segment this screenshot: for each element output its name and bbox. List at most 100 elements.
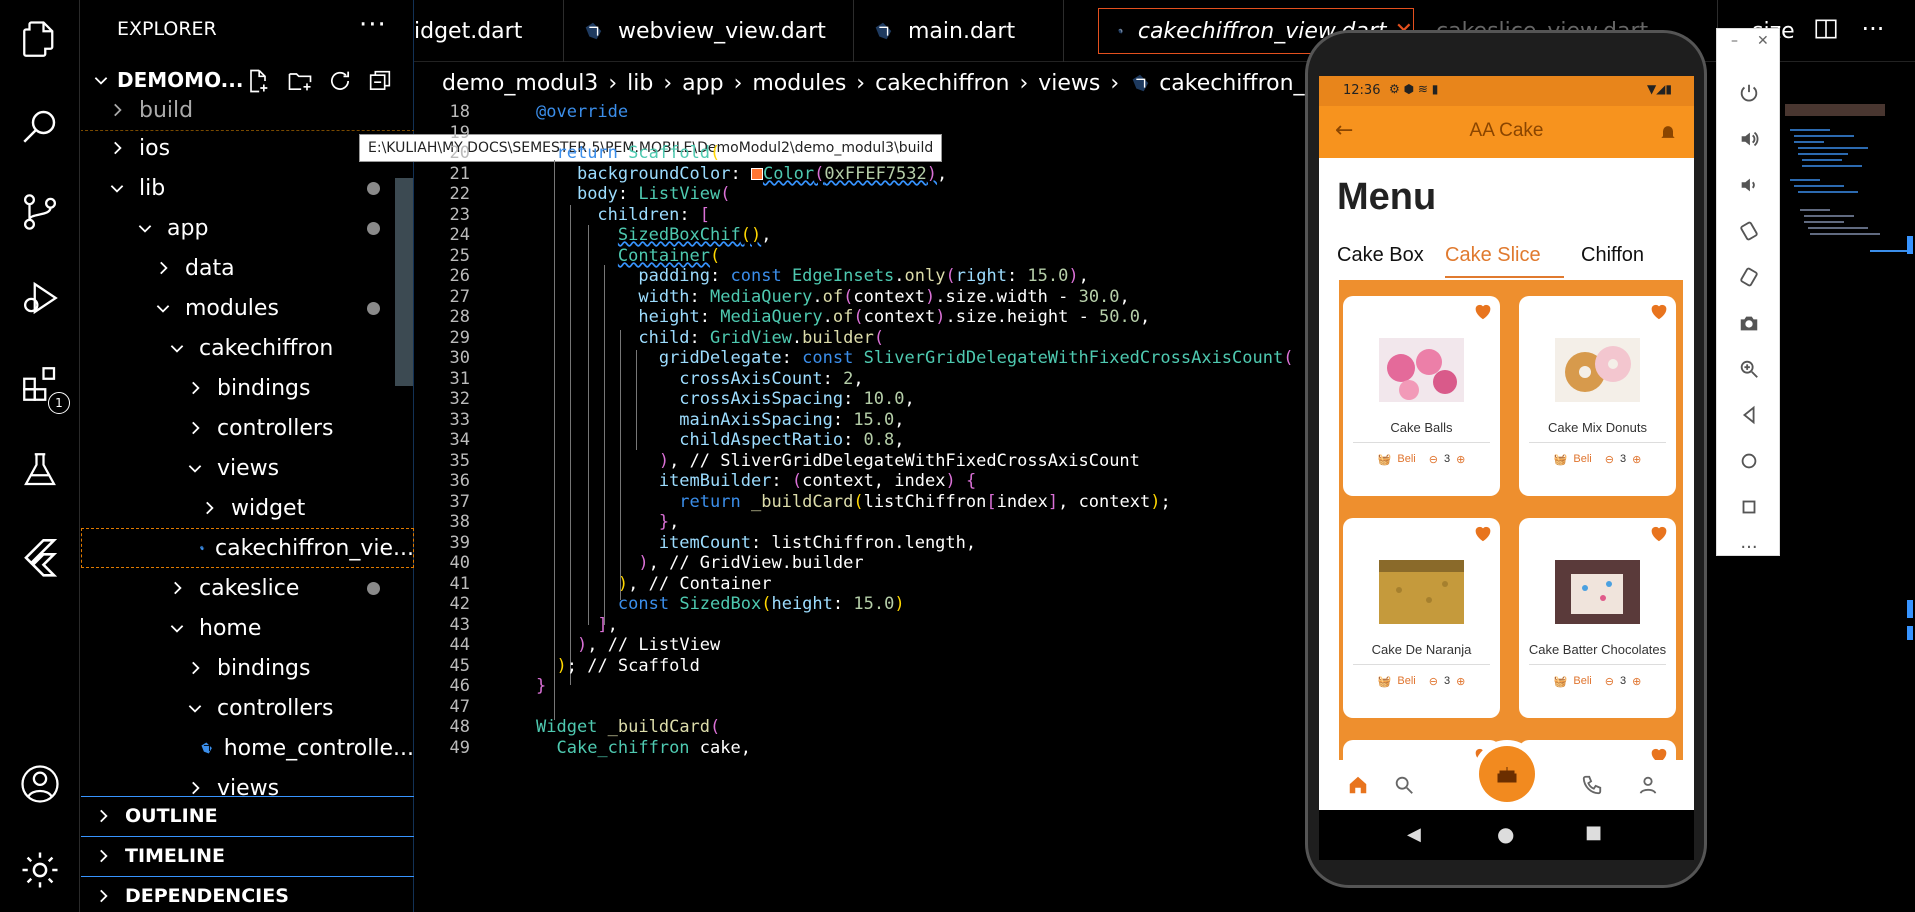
- breadcrumb-item[interactable]: demo_modul3: [442, 71, 598, 96]
- tree-item-cakeslice[interactable]: cakeslice: [81, 568, 414, 608]
- breadcrumb-item[interactable]: app: [682, 71, 723, 96]
- tree-item-lib[interactable]: lib: [81, 168, 414, 208]
- profile-icon[interactable]: [1637, 774, 1659, 796]
- plus-circle-icon[interactable]: ⊕: [1632, 453, 1641, 466]
- more-actions-icon[interactable]: ···: [1856, 12, 1890, 46]
- tab-chiffron[interactable]: Chiffon: [1581, 244, 1644, 267]
- cake-card[interactable]: Cake De Naranja 🧺 Beli ⊖ 3 ⊕: [1343, 518, 1500, 718]
- volume-up-icon[interactable]: [1735, 125, 1763, 153]
- cake-card[interactable]: Cake Mix Donuts 🧺 Beli ⊖ 3 ⊕: [1519, 296, 1676, 496]
- code-editor[interactable]: 18 19 20 21 22 23 24 25 26 27 28 29 30 31 32 33 34 35 36 37…: [414, 100, 1314, 912]
- dependencies-section[interactable]: DEPENDENCIES: [81, 876, 414, 912]
- zoom-icon[interactable]: [1735, 355, 1763, 383]
- tree-item-bindings[interactable]: bindings: [81, 368, 414, 408]
- tree-item-views[interactable]: views: [81, 768, 414, 796]
- home-icon[interactable]: [1347, 774, 1369, 796]
- notification-bell-icon[interactable]: [1658, 121, 1678, 143]
- search-icon[interactable]: [14, 100, 66, 152]
- refresh-icon[interactable]: [325, 66, 355, 96]
- android-recents-icon[interactable]: ■: [1585, 822, 1602, 843]
- tab-widget[interactable]: idget.dart: [414, 0, 564, 62]
- tree-item-app[interactable]: app: [81, 208, 414, 248]
- tab-cake-slice[interactable]: Cake Slice: [1445, 244, 1541, 267]
- more-actions-icon[interactable]: ···: [359, 10, 387, 40]
- cake-card[interactable]: Cake Batter Chocolates 🧺 Beli ⊖ 3 ⊕: [1519, 518, 1676, 718]
- search-icon[interactable]: [1393, 774, 1415, 796]
- close-icon[interactable]: ✕: [1757, 33, 1769, 49]
- plus-circle-icon[interactable]: ⊕: [1456, 453, 1465, 466]
- buy-label[interactable]: Beli: [1573, 453, 1591, 465]
- rotate-left-icon[interactable]: [1735, 217, 1763, 245]
- tree-item-cakechiffron[interactable]: cakechiffron: [81, 328, 414, 368]
- flutter-icon[interactable]: [14, 530, 66, 582]
- tree-item-controllers[interactable]: controllers: [81, 688, 414, 728]
- tree-item-build[interactable]: build: [81, 96, 414, 131]
- buy-label[interactable]: Beli: [1573, 675, 1591, 687]
- cake-fab-button[interactable]: [1479, 746, 1535, 802]
- back-icon[interactable]: [1735, 401, 1763, 429]
- code-line: itemBuilder: (context, index) {: [658, 471, 977, 491]
- tree-item-home[interactable]: home: [81, 608, 414, 648]
- minus-circle-icon[interactable]: ⊖: [1605, 675, 1614, 688]
- favorite-heart-icon[interactable]: [1648, 300, 1670, 322]
- split-editor-icon[interactable]: [1809, 12, 1843, 46]
- power-icon[interactable]: [1735, 79, 1763, 107]
- basket-icon[interactable]: 🧺: [1554, 453, 1568, 466]
- project-header[interactable]: DEMOMO...: [81, 62, 414, 98]
- new-file-icon[interactable]: [243, 66, 273, 96]
- tree-item-widget[interactable]: widget: [81, 488, 414, 528]
- tree-item-bindings[interactable]: bindings: [81, 648, 414, 688]
- explorer-files-icon[interactable]: [14, 14, 66, 66]
- buy-label[interactable]: Beli: [1397, 453, 1415, 465]
- settings-gear-icon[interactable]: [14, 844, 66, 896]
- explorer-scrollbar[interactable]: [395, 178, 413, 386]
- phone-icon[interactable]: [1581, 774, 1603, 796]
- breadcrumb-item[interactable]: modules: [752, 71, 846, 96]
- rotate-right-icon[interactable]: [1735, 263, 1763, 291]
- volume-down-icon[interactable]: [1735, 171, 1763, 199]
- favorite-heart-icon[interactable]: [1472, 300, 1494, 322]
- tree-item-modules[interactable]: modules: [81, 288, 414, 328]
- tree-item-views[interactable]: views: [81, 448, 414, 488]
- tree-item-data[interactable]: data: [81, 248, 414, 288]
- extensions-icon[interactable]: 1: [14, 358, 70, 414]
- minus-circle-icon[interactable]: ⊖: [1429, 675, 1438, 688]
- breadcrumb-item[interactable]: views: [1038, 71, 1100, 96]
- home-circle-icon[interactable]: [1735, 447, 1763, 475]
- new-folder-icon[interactable]: [285, 66, 315, 96]
- more-options-icon[interactable]: ···: [1735, 533, 1763, 561]
- run-debug-icon[interactable]: [14, 272, 66, 324]
- android-home-icon[interactable]: ●: [1497, 822, 1514, 846]
- tree-item-home-controller[interactable]: home_controlle...: [81, 728, 414, 768]
- minus-circle-icon[interactable]: ⊖: [1429, 453, 1438, 466]
- plus-circle-icon[interactable]: ⊕: [1632, 675, 1641, 688]
- tab-webview-view[interactable]: webview_view.dart: [564, 0, 854, 62]
- camera-icon[interactable]: [1735, 309, 1763, 337]
- tab-cake-box[interactable]: Cake Box: [1337, 244, 1424, 267]
- tree-item-cakechiffron-view[interactable]: cakechiffron_vie...: [81, 528, 414, 568]
- plus-circle-icon[interactable]: ⊕: [1456, 675, 1465, 688]
- basket-icon[interactable]: 🧺: [1378, 453, 1392, 466]
- basket-icon[interactable]: 🧺: [1554, 675, 1568, 688]
- accounts-icon[interactable]: [14, 758, 66, 810]
- minimize-icon[interactable]: –: [1731, 33, 1738, 49]
- cake-card[interactable]: Cake Balls 🧺 Beli ⊖ 3 ⊕: [1343, 296, 1500, 496]
- tree-item-controllers[interactable]: controllers: [81, 408, 414, 448]
- minimap[interactable]: [1780, 100, 1910, 300]
- minus-circle-icon[interactable]: ⊖: [1605, 453, 1614, 466]
- basket-icon[interactable]: 🧺: [1378, 675, 1392, 688]
- code-line: crossAxisCount: 2,: [679, 369, 864, 389]
- favorite-heart-icon[interactable]: [1472, 522, 1494, 544]
- favorite-heart-icon[interactable]: [1648, 522, 1670, 544]
- android-back-icon[interactable]: ◀: [1407, 824, 1421, 845]
- source-control-icon[interactable]: [14, 186, 66, 238]
- testing-flask-icon[interactable]: [14, 444, 66, 496]
- collapse-all-icon[interactable]: [365, 66, 395, 96]
- outline-section[interactable]: OUTLINE: [81, 796, 414, 834]
- breadcrumb-item[interactable]: lib: [627, 71, 653, 96]
- tab-main[interactable]: main.dart: [854, 0, 1064, 62]
- breadcrumb-item[interactable]: cakechiffron: [875, 71, 1009, 96]
- buy-label[interactable]: Beli: [1397, 675, 1415, 687]
- overview-square-icon[interactable]: [1735, 493, 1763, 521]
- timeline-section[interactable]: TIMELINE: [81, 836, 414, 874]
